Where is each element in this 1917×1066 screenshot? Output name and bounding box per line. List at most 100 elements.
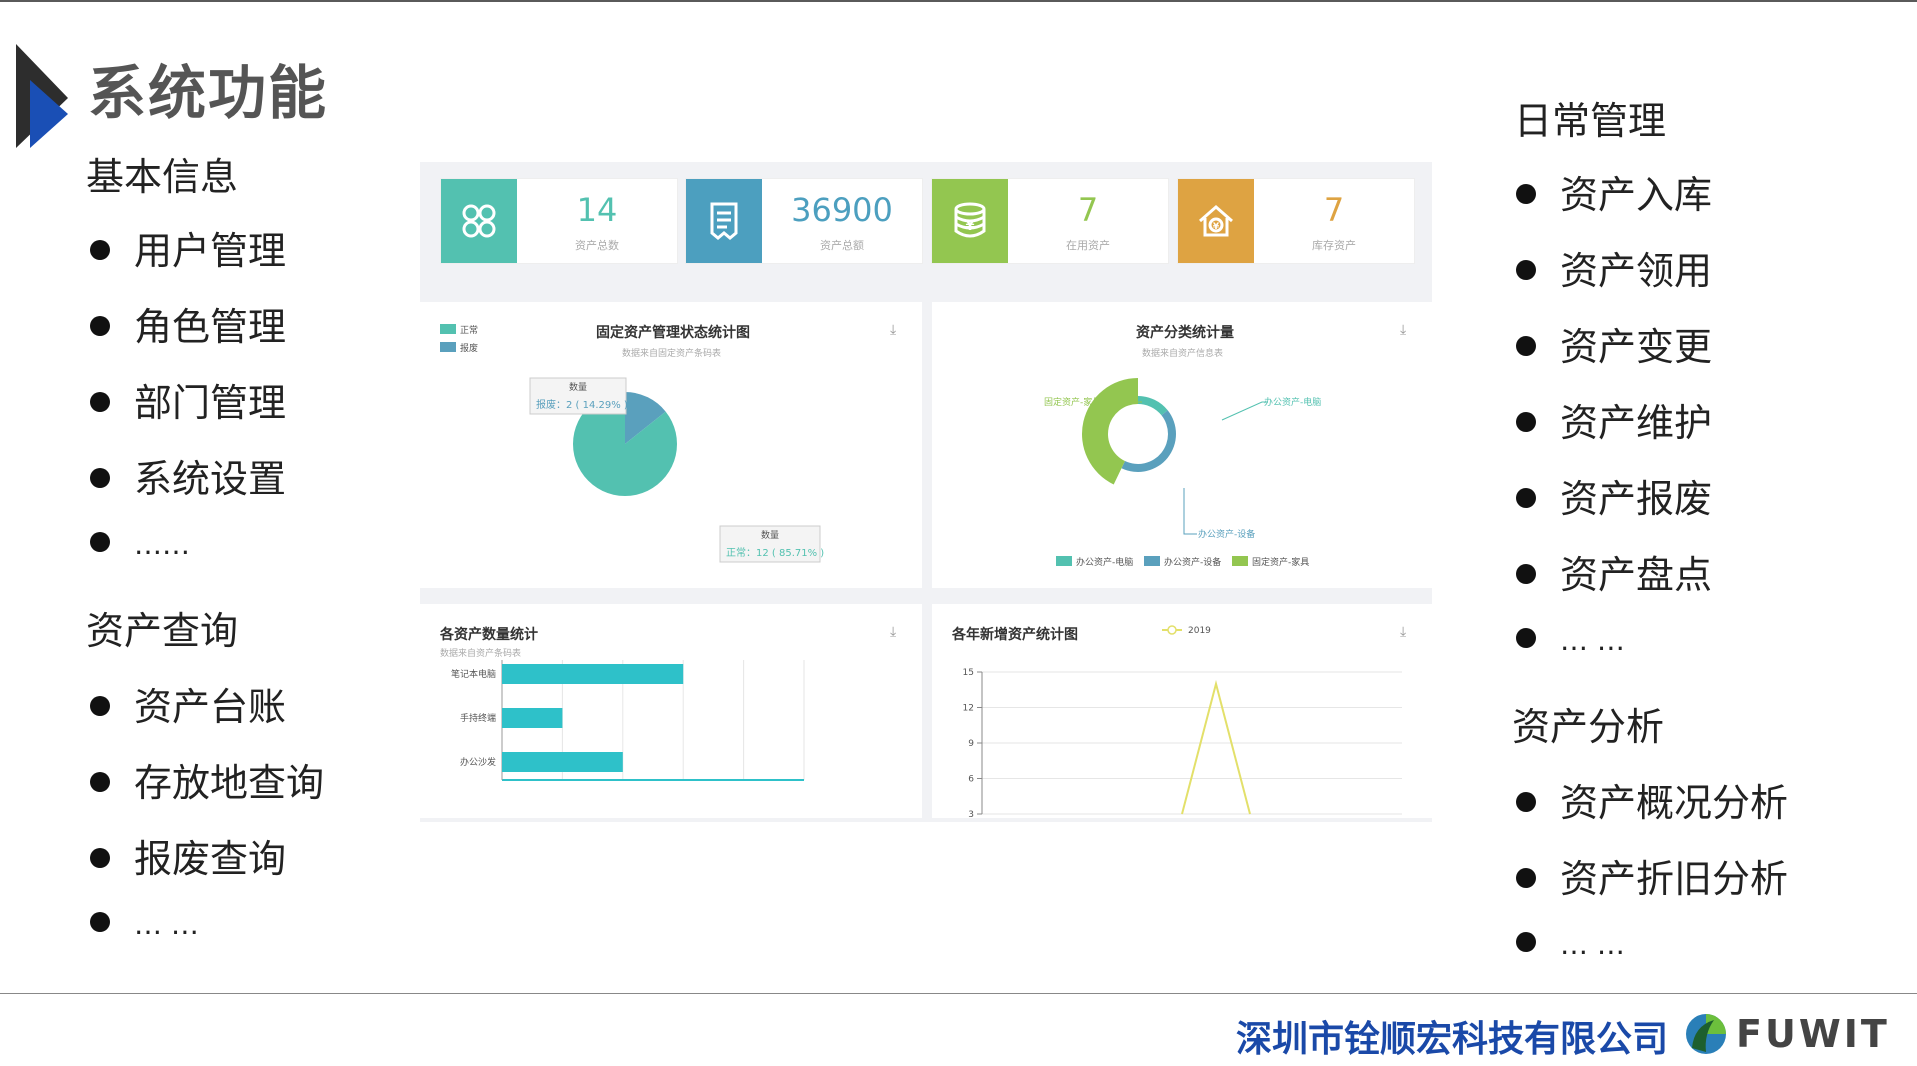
tooltip-head: 数量	[761, 529, 779, 541]
list-item: … …	[90, 908, 199, 941]
list-item: 报废查询	[90, 828, 286, 883]
list-item: … …	[1516, 624, 1625, 657]
bullet-icon	[1516, 932, 1536, 952]
list-item: 系统设置	[90, 448, 286, 503]
bullet-icon	[90, 532, 110, 552]
bullet-icon	[90, 912, 110, 932]
kpi-value: 14	[576, 191, 618, 229]
section-title-basic-info: 基本信息	[86, 155, 239, 199]
grid-clover-icon	[441, 179, 517, 263]
category-label: 笔记本电脑	[451, 668, 496, 680]
list-item: … …	[1516, 928, 1625, 961]
legend-label[interactable]: 2019	[1188, 626, 1211, 636]
company-name: 深圳市铨顺宏科技有限公司	[1236, 1019, 1669, 1060]
category-donut-chart[interactable]	[1082, 378, 1176, 485]
label-line	[1183, 488, 1197, 535]
legend-swatch[interactable]	[1056, 556, 1072, 566]
y-tick-label: 12	[963, 704, 974, 714]
section-title-daily-management: 日常管理	[1514, 99, 1667, 143]
category-donut-card: 资产分类统计量 数据来自资产信息表 ⤓ 固定资产-家具 办公资产-电脑 办公资产…	[932, 302, 1432, 588]
legend-swatch[interactable]	[1144, 556, 1160, 566]
y-tick-label: 6	[968, 775, 974, 785]
bullet-icon	[1516, 628, 1536, 648]
kpi-label: 在用资产	[1066, 239, 1110, 252]
bullet-icon	[90, 847, 110, 868]
list-item: 资产折旧分析	[1516, 848, 1788, 903]
tooltip-head: 数量	[569, 381, 587, 393]
y-tick-label: 15	[963, 668, 974, 678]
list-item: 角色管理	[90, 296, 286, 351]
list-item: 用户管理	[90, 220, 286, 275]
legend-label[interactable]: 办公资产-设备	[1164, 556, 1221, 568]
kpi-card-in-use[interactable]: ¥ 7 在用资产	[931, 178, 1169, 264]
list-item: 部门管理	[90, 372, 286, 427]
donut-label-furniture: 固定资产-家具	[1044, 396, 1101, 408]
y-tick-label: 3	[968, 810, 974, 818]
money-stack-icon: ¥	[932, 179, 1008, 263]
series-line	[1181, 679, 1251, 815]
kpi-value: 36900	[791, 191, 893, 229]
category-label: 办公沙发	[460, 756, 496, 768]
bullet-icon	[90, 239, 110, 260]
legend-marker[interactable]	[1167, 625, 1177, 635]
donut-segment	[1138, 396, 1168, 416]
yearly-line-chart[interactable]: 3 6 9 12 15	[963, 668, 1402, 818]
bullet-icon	[1516, 183, 1536, 204]
bullet-icon	[1516, 487, 1536, 508]
kpi-label: 库存资产	[1312, 239, 1356, 252]
legend-label[interactable]: 办公资产-电脑	[1076, 556, 1133, 568]
legend-label[interactable]: 固定资产-家具	[1252, 556, 1309, 568]
bullet-icon	[1516, 335, 1536, 356]
bar	[502, 664, 684, 684]
status-pie-card: 固定资产管理状态统计图 数据来自固定资产条码表 ⤓ 正常 报废 数量 报废：2 …	[420, 302, 922, 588]
kpi-label: 资产总数	[575, 239, 619, 252]
section-title-asset-query: 资产查询	[86, 609, 239, 653]
bullet-icon	[90, 315, 110, 336]
legend-label[interactable]: 正常	[460, 324, 478, 336]
kpi-card-in-stock[interactable]: ¥ 7 库存资产	[1177, 178, 1415, 264]
list-item: 存放地查询	[90, 752, 324, 807]
page-title: 系统功能	[88, 59, 329, 127]
tooltip-scrap: 报废：2 ( 14.29% )	[536, 398, 628, 411]
kpi-card-total-count[interactable]: 14 资产总数	[440, 178, 678, 264]
svg-text:¥: ¥	[965, 219, 974, 234]
list-item: 资产领用	[1516, 240, 1712, 295]
legend-swatch[interactable]	[440, 342, 456, 352]
list-item: 资产盘点	[1516, 544, 1712, 599]
yearly-line-card: 各年新增资产统计图 ⤓ 2019 3 6 9 12 15	[932, 604, 1432, 818]
list-item: 资产台账	[90, 676, 286, 731]
kpi-value: 7	[1323, 191, 1345, 229]
bullet-icon	[90, 391, 110, 412]
document-icon	[686, 179, 762, 263]
donut-segment	[1121, 410, 1176, 472]
bullet-icon	[1516, 259, 1536, 280]
svg-text:¥: ¥	[1213, 222, 1220, 232]
list-item: 资产报废	[1516, 468, 1712, 523]
home-yen-icon: ¥	[1178, 179, 1254, 263]
bullet-icon	[1516, 563, 1536, 584]
count-bar-chart[interactable]: 笔记本电脑手持终端办公沙发	[451, 660, 805, 781]
y-tick-label: 9	[968, 739, 974, 749]
donut-label-computer: 办公资产-电脑	[1264, 396, 1321, 408]
bullet-icon	[1516, 791, 1536, 812]
count-bar-card: 各资产数量统计 数据来自资产条码表 ⤓ 笔记本电脑 手持终端 办公沙发	[420, 604, 922, 818]
list-item: ……	[90, 528, 190, 561]
bullet-icon	[1516, 411, 1536, 432]
list-item: 资产入库	[1516, 164, 1712, 219]
tooltip-normal: 正常：12 ( 85.71% )	[726, 546, 824, 559]
list-item: 资产概况分析	[1516, 772, 1788, 827]
label-line	[1221, 401, 1268, 421]
brand-name: FUWIT	[1736, 1012, 1890, 1056]
legend-swatch[interactable]	[440, 324, 456, 334]
bullet-icon	[1516, 867, 1536, 888]
kpi-card-total-amount[interactable]: 36900 资产总额	[685, 178, 923, 264]
legend-label[interactable]: 报废	[460, 342, 478, 354]
category-label: 手持终端	[460, 712, 496, 724]
section-title-asset-analysis: 资产分析	[1512, 705, 1665, 749]
bullet-icon	[90, 695, 110, 716]
list-item: 资产维护	[1516, 392, 1712, 447]
bar	[502, 752, 623, 772]
legend-swatch[interactable]	[1232, 556, 1248, 566]
bullet-icon	[90, 771, 110, 792]
title-arrow-icon	[16, 44, 68, 148]
